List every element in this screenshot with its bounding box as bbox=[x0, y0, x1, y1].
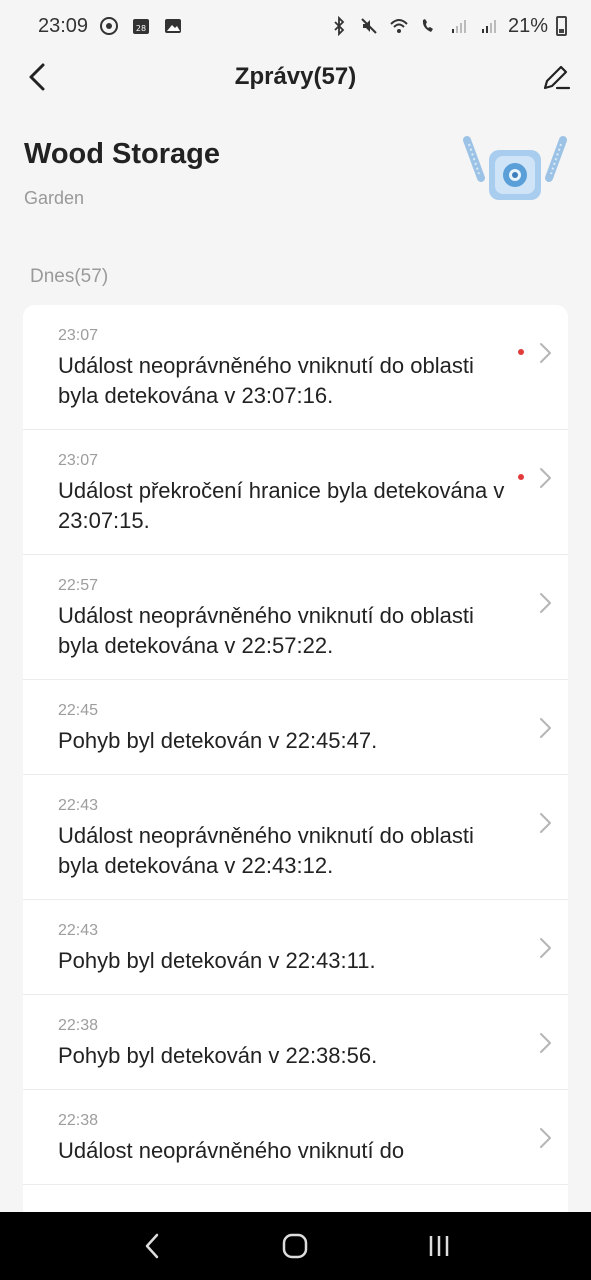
nav-back-icon[interactable] bbox=[130, 1224, 174, 1268]
section-label: Dnes(57) bbox=[30, 266, 109, 287]
messages-list: 23:07 Událost neoprávněného vniknutí do o… bbox=[23, 305, 568, 1225]
camera-device-icon bbox=[463, 134, 567, 210]
message-item[interactable]: 23:07 Událost překročení hranice byla det… bbox=[23, 430, 568, 555]
message-time: 22:38 bbox=[58, 1017, 99, 1034]
unread-dot bbox=[518, 474, 524, 480]
message-text: Pohyb byl detekován v 22:38:56. bbox=[58, 1043, 378, 1068]
message-text: Pohyb byl detekován v 22:45:47. bbox=[58, 728, 378, 753]
message-text: Událost neoprávněného vniknutí do oblast… bbox=[58, 353, 474, 408]
message-time: 22:43 bbox=[58, 797, 99, 814]
page-title: Zprávy(57) bbox=[234, 63, 357, 90]
svg-text:28: 28 bbox=[136, 24, 146, 33]
status-bar: 23:09 28 21% bbox=[0, 0, 591, 52]
battery-percent: 21% bbox=[507, 14, 548, 37]
nav-home-icon[interactable] bbox=[273, 1224, 317, 1268]
pencil-icon[interactable] bbox=[539, 60, 573, 94]
wifi-calling-icon bbox=[418, 15, 440, 37]
chevron-right-icon bbox=[540, 718, 551, 738]
message-time: 23:07 bbox=[58, 327, 99, 344]
message-text: Pohyb byl detekován v 22:43:11. bbox=[58, 948, 376, 973]
chevron-right-icon bbox=[540, 1128, 551, 1148]
message-item[interactable]: 23:07 Událost neoprávněného vniknutí do o… bbox=[23, 305, 568, 430]
chevron-right-icon bbox=[540, 813, 551, 833]
header: Zprávy(57) bbox=[0, 52, 591, 102]
message-item[interactable]: 22:38 Událost neoprávněného vniknutí do bbox=[23, 1090, 568, 1185]
chevron-right-icon bbox=[540, 1033, 551, 1053]
back-arrow-icon[interactable] bbox=[20, 60, 54, 94]
vpn-icon bbox=[98, 15, 120, 37]
signal-icon-2 bbox=[478, 15, 500, 37]
message-time: 22:45 bbox=[58, 702, 99, 719]
chevron-right-icon bbox=[540, 593, 551, 613]
chevron-right-icon bbox=[540, 343, 551, 363]
device-info: Wood Storage Garden bbox=[24, 130, 567, 220]
message-time: 22:38 bbox=[58, 1112, 99, 1129]
message-item[interactable]: 22:57 Událost neoprávněného vniknutí do o… bbox=[23, 555, 568, 680]
nav-recents-icon[interactable] bbox=[417, 1224, 461, 1268]
gallery-icon bbox=[162, 15, 184, 37]
system-nav-bar bbox=[0, 1212, 591, 1280]
battery-icon bbox=[556, 16, 567, 36]
wifi-icon bbox=[388, 15, 410, 37]
message-item[interactable]: 22:43 Událost neoprávněného vniknutí do o… bbox=[23, 775, 568, 900]
message-item[interactable]: 22:38 Pohyb byl detekován v 22:38:56. bbox=[23, 995, 568, 1090]
unread-dot bbox=[518, 349, 524, 355]
message-text: Událost neoprávněného vniknutí do bbox=[58, 1138, 405, 1163]
bluetooth-icon bbox=[328, 15, 350, 37]
chevron-right-icon bbox=[540, 468, 551, 488]
message-time: 23:07 bbox=[58, 452, 99, 469]
calendar-icon: 28 bbox=[130, 15, 152, 37]
message-item[interactable]: 22:45 Pohyb byl detekován v 22:45:47. bbox=[23, 680, 568, 775]
message-item[interactable]: 22:43 Pohyb byl detekován v 22:43:11. bbox=[23, 900, 568, 995]
message-text: Událost neoprávněného vniknutí do oblast… bbox=[58, 603, 474, 658]
chevron-right-icon bbox=[540, 938, 551, 958]
device-name: Wood Storage bbox=[24, 138, 221, 170]
message-time: 22:57 bbox=[58, 577, 99, 594]
message-text: Událost neoprávněného vniknutí do oblast… bbox=[58, 823, 474, 878]
status-time: 23:09 bbox=[38, 14, 89, 37]
message-time: 22:43 bbox=[58, 922, 99, 939]
device-room: Garden bbox=[24, 188, 85, 208]
signal-icon bbox=[448, 15, 470, 37]
message-text: Událost překročení hranice byla deteková… bbox=[58, 478, 505, 533]
mute-icon bbox=[358, 15, 380, 37]
